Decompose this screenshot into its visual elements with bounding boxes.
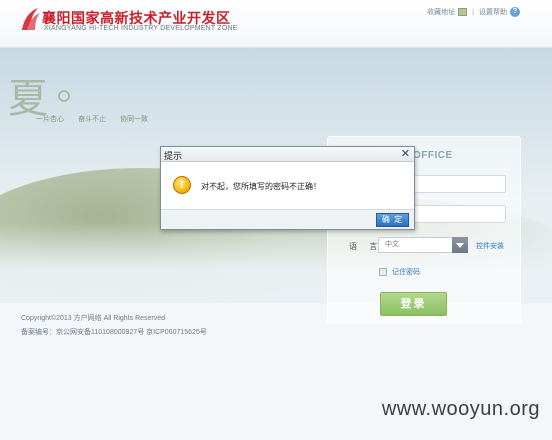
language-value: 中文 (385, 241, 399, 248)
login-title: OFFICE (413, 150, 453, 161)
remember-checkbox[interactable] (379, 268, 387, 276)
login-button[interactable]: 登录 (380, 292, 447, 316)
slogan-row: 一片杏心 奋斗不止 协同一致 (36, 114, 148, 124)
language-select[interactable]: 中文 (378, 237, 468, 253)
nav-divider: | (472, 8, 474, 16)
alert-dialog: 提示 ✕ ! 对不起，您所填写的密码不正确！ 确 定 (160, 146, 415, 230)
username-field[interactable] (408, 175, 506, 193)
dialog-title: 提示 (164, 151, 183, 161)
help-icon[interactable]: ? (510, 7, 520, 17)
plugin-install-link[interactable]: 控件安装 (476, 241, 504, 251)
watermark: www.wooyun.org (381, 398, 540, 420)
bookmark-link[interactable]: 收藏地址 (427, 7, 455, 17)
password-field[interactable] (408, 205, 506, 223)
slogan: 一片杏心 (36, 116, 64, 123)
chevron-down-icon[interactable] (452, 237, 468, 253)
ok-button[interactable]: 确 定 (376, 213, 409, 227)
close-icon[interactable]: ✕ (401, 147, 410, 161)
logo-icon (22, 8, 40, 30)
copyright-text: Copyright©2013 方户网络 All Rights Reserved (21, 315, 166, 322)
page-footer: Copyright©2013 方户网络 All Rights Reserved … (21, 312, 207, 340)
slogan: 协同一致 (120, 116, 148, 123)
bookmark-icon[interactable] (458, 8, 468, 16)
logo-subtitle: XIANGYANG HI-TECH INDUSTRY DEVELOPMENT Z… (44, 25, 238, 32)
icp-text: 备案编号：京公网安备110108000927号 京ICP060715625号 (21, 329, 207, 336)
season-dot (58, 90, 70, 102)
top-nav: 收藏地址 | 设置帮助 ? (427, 7, 520, 17)
dialog-titlebar: 提示 ✕ (161, 147, 414, 162)
warning-icon: ! (173, 176, 191, 194)
page-header: 襄阳国家高新技术产业开发区 XIANGYANG HI-TECH INDUSTRY… (0, 0, 552, 48)
dialog-footer: 确 定 (161, 209, 414, 229)
dialog-message: 对不起，您所填写的密码不正确！ (201, 182, 321, 191)
help-link[interactable]: 设置帮助 (479, 7, 507, 17)
remember-label[interactable]: 记住密码 (392, 267, 420, 277)
slogan: 奋斗不止 (78, 116, 106, 123)
